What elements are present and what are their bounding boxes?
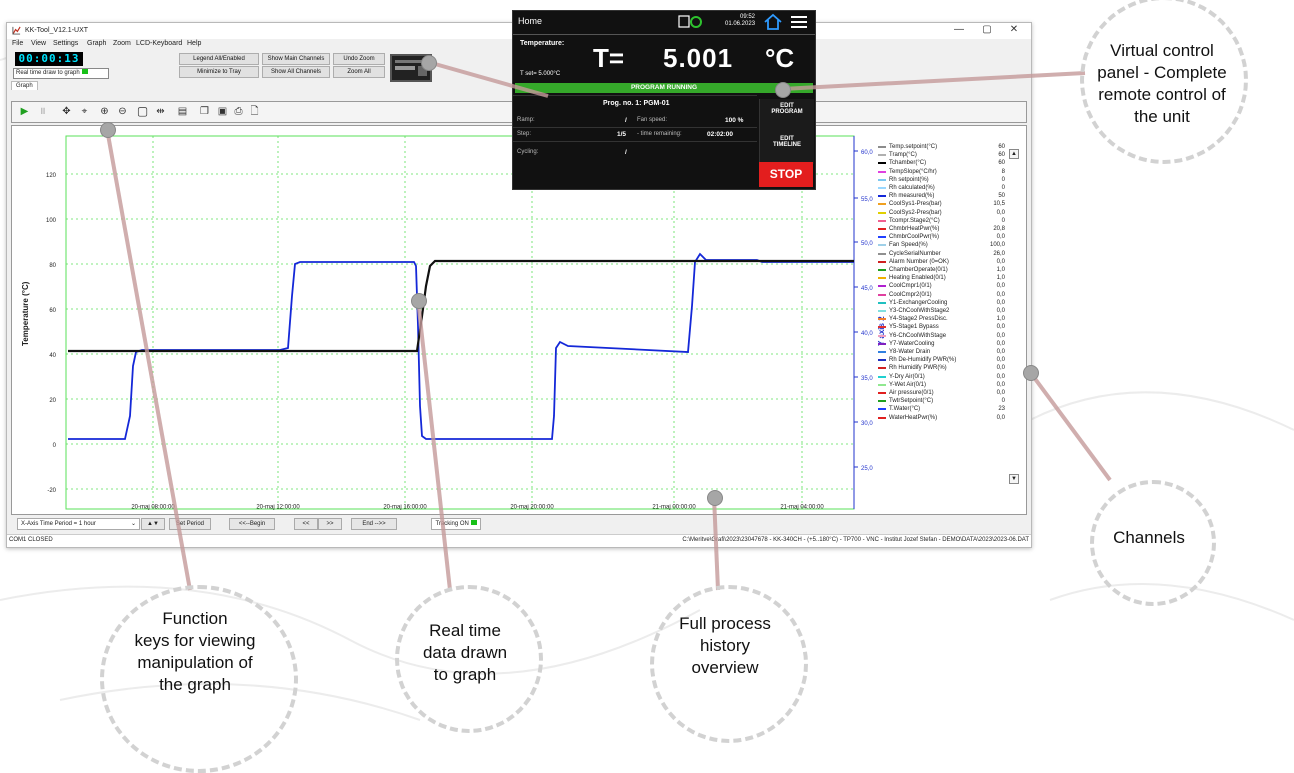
callout-virtual-panel-line1: Virtual control bbox=[1110, 41, 1214, 60]
callout-anchor-function-keys bbox=[100, 122, 116, 138]
callout-function-keys-line1: Function bbox=[162, 609, 228, 628]
callout-virtual-panel-line4: the unit bbox=[1134, 107, 1190, 126]
callout-realtime-line2: data drawn bbox=[422, 643, 508, 662]
callout-anchor-panel bbox=[775, 82, 791, 98]
callout-anchor-realtime bbox=[411, 293, 427, 309]
callout-history-line2: history bbox=[699, 636, 751, 655]
callout-history-line1: Full process bbox=[679, 614, 771, 633]
callout-virtual-panel-line3: remote control of bbox=[1098, 85, 1226, 104]
callout-history-line3: overview bbox=[691, 658, 759, 677]
callout-anchor-channels bbox=[1023, 365, 1039, 381]
callout-function-keys-line4: the graph bbox=[159, 675, 231, 694]
callout-history: Full process history overview bbox=[650, 613, 800, 679]
callout-function-keys-line3: manipulation of bbox=[137, 653, 253, 672]
callout-channels: Channels bbox=[1113, 528, 1185, 547]
callout-function-keys-line2: keys for viewing bbox=[134, 631, 256, 650]
callout-virtual-panel: Virtual control panel - Complete remote … bbox=[1082, 40, 1242, 128]
callout-anchor-thumbnail bbox=[421, 55, 437, 71]
callout-virtual-panel-line2: panel - Complete bbox=[1097, 63, 1227, 82]
callout-realtime-line3: to graph bbox=[433, 665, 497, 684]
callout-function-keys: Function keys for viewing manipulation o… bbox=[100, 608, 290, 696]
callout-realtime: Real time data drawn to graph bbox=[395, 620, 535, 686]
callout-anchor-history bbox=[707, 490, 723, 506]
callout-realtime-line1: Real time bbox=[429, 621, 501, 640]
